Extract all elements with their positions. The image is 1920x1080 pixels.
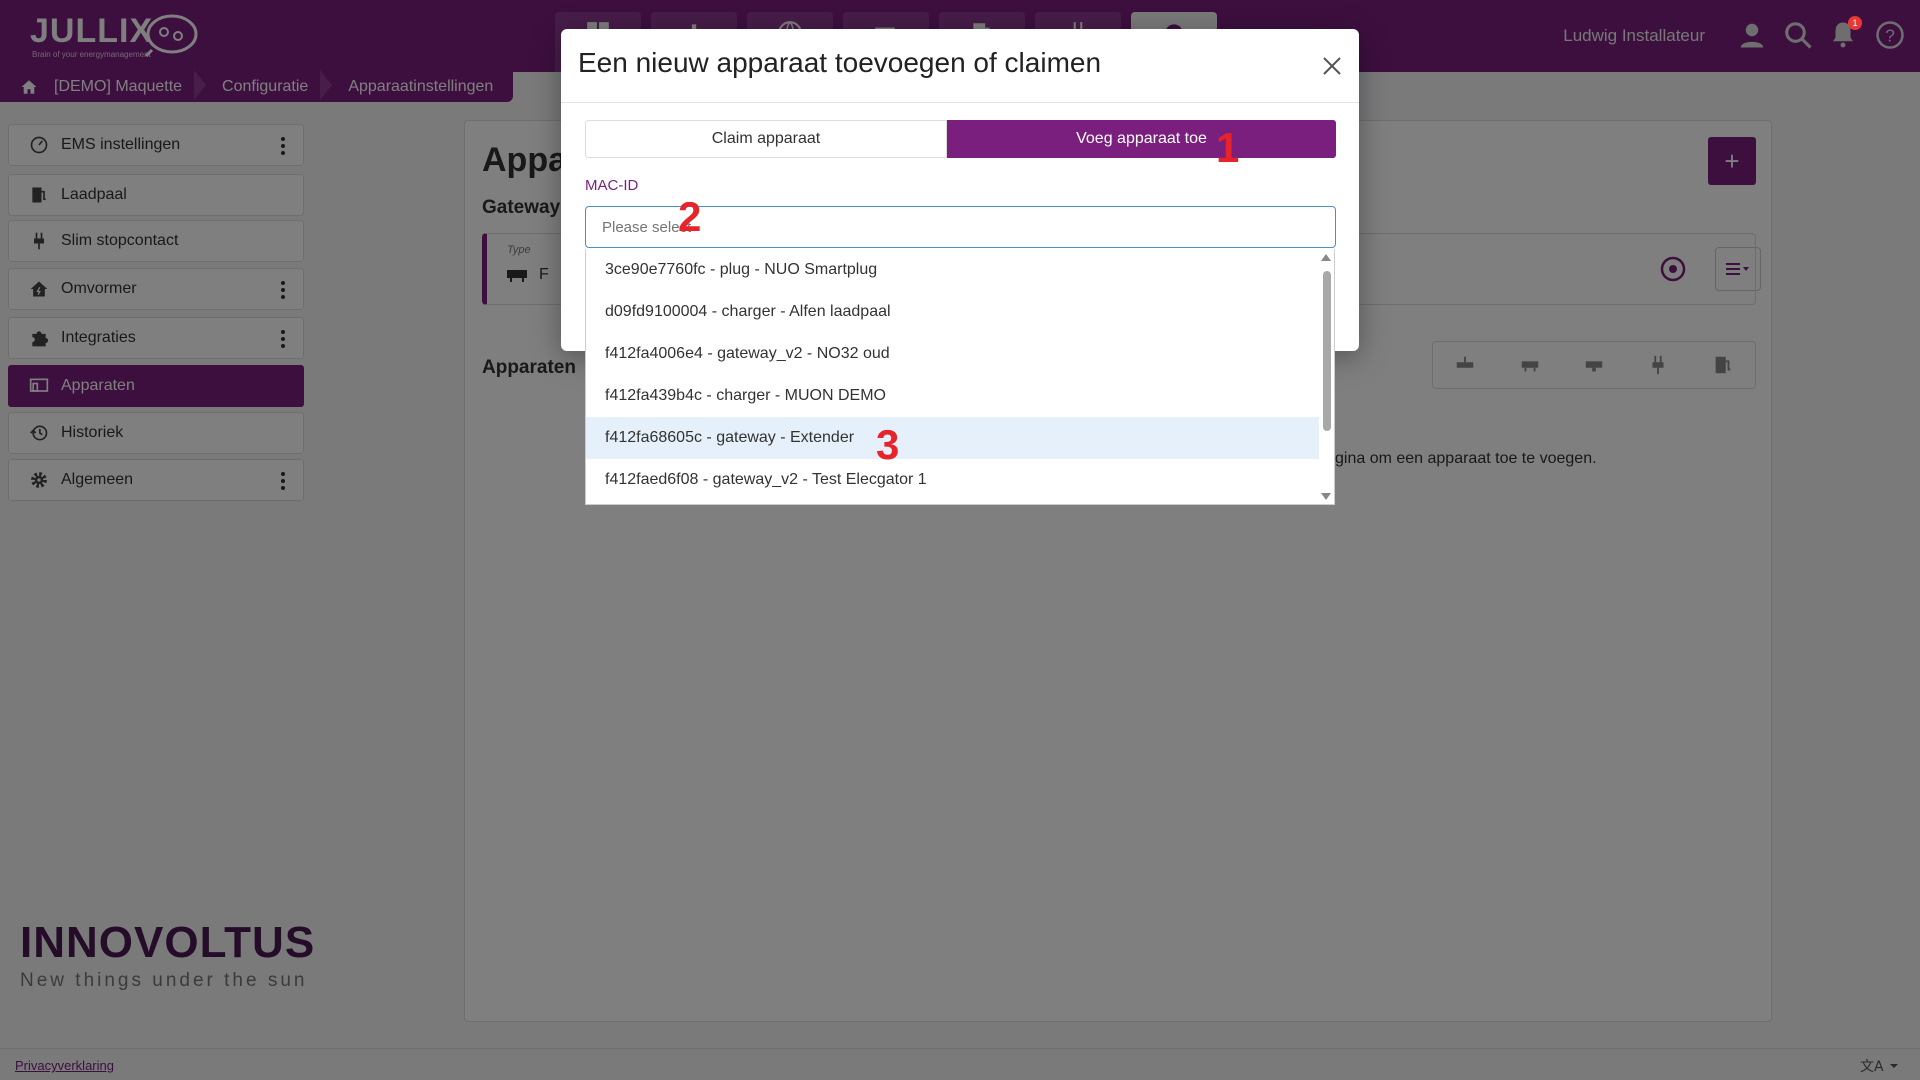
modal-title: Een nieuw apparaat toevoegen of claimen [578,47,1102,78]
dropdown-option[interactable]: f412fa4006e4 - gateway_v2 - NO32 oud [586,333,1321,375]
modal-divider [561,102,1359,103]
scroll-thumb[interactable] [1323,271,1331,431]
dropdown-option[interactable]: 3ce90e7760fc - plug - NUO Smartplug [586,249,1321,291]
close-icon[interactable] [1321,55,1343,77]
scroll-down-arrow[interactable] [1321,493,1331,500]
tab-claim-device[interactable]: Claim apparaat [585,120,947,158]
annotation-step-1: 1 [1216,124,1240,171]
annotation-step-2: 2 [678,193,702,240]
dropdown-option[interactable]: f412faed6f08 - gateway_v2 - Test Elecgat… [586,459,1321,501]
mac-id-label: MAC-ID [585,177,639,194]
dropdown-option-highlighted[interactable]: f412fa68605c - gateway - Extender [586,417,1321,459]
notification-badge: 1 [1848,16,1862,30]
tab-add-device[interactable]: Voeg apparaat toe [947,120,1336,158]
scroll-up-arrow[interactable] [1321,254,1331,261]
dropdown-scrollbar[interactable] [1319,249,1334,504]
annotation-step-3: 3 [876,421,900,468]
dropdown-option[interactable]: f412fa439b4c - charger - MUON DEMO [586,375,1321,417]
mac-id-dropdown: 3ce90e7760fc - plug - NUO Smartplug d09f… [585,249,1335,505]
dropdown-option[interactable]: d09fd9100004 - charger - Alfen laadpaal [586,291,1321,333]
